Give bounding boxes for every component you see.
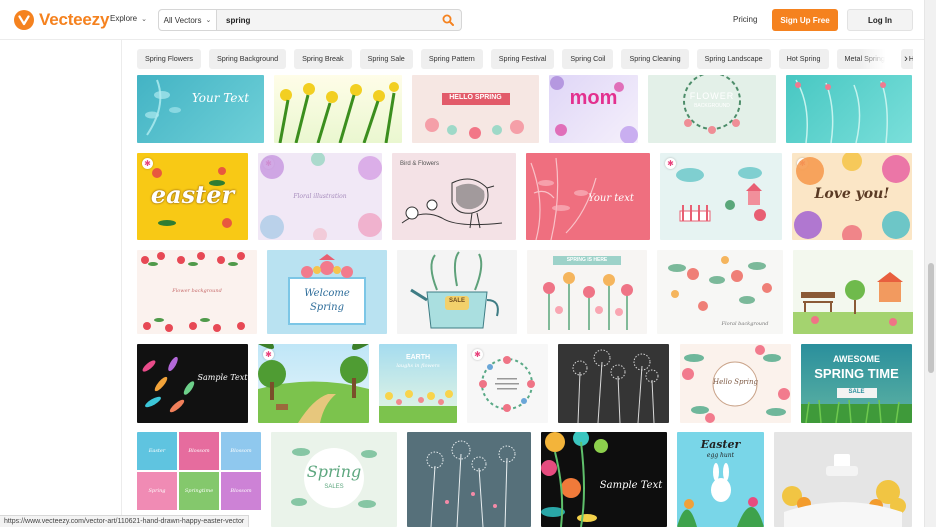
tag-spring-pattern[interactable]: Spring Pattern	[420, 49, 483, 69]
card-caption: AWESOME	[832, 354, 880, 364]
card-caption: Blossom	[230, 488, 252, 494]
top-navbar: Vecteezy Explore ⌄ All Vectors ⌄ Pricing…	[0, 0, 924, 40]
result-card[interactable]: ✱ Floral illustration	[258, 153, 382, 240]
result-card[interactable]: ✱	[467, 344, 548, 423]
scrollbar-thumb[interactable]	[928, 263, 934, 373]
result-card[interactable]	[407, 432, 531, 527]
card-caption: Hello Spring	[712, 378, 758, 386]
tag-spring-landscape[interactable]: Spring Landscape	[696, 49, 771, 69]
site-logo[interactable]: Vecteezy	[14, 9, 109, 31]
result-card[interactable]: Sample Text	[541, 432, 667, 527]
search-button[interactable]	[435, 10, 461, 30]
result-card[interactable]: Bird & Flowers	[392, 153, 516, 240]
result-card[interactable]: mom	[549, 75, 638, 143]
result-card[interactable]: Sample Text	[137, 344, 248, 423]
tag-spring-flowers[interactable]: Spring Flowers	[137, 49, 201, 69]
result-card[interactable]: SALE	[397, 250, 517, 334]
results-grid: Your Text HELLO SPRING mom FLOWER BACKGR…	[0, 75, 924, 527]
result-card[interactable]: FLOWER BACKGROUND	[648, 75, 776, 143]
site-logo-text: Vecteezy	[39, 10, 110, 29]
explore-menu[interactable]: Explore ⌄	[110, 14, 147, 23]
search-bar: All Vectors ⌄	[158, 9, 462, 31]
card-caption: Springtime	[184, 488, 214, 494]
card-caption: Flower background	[172, 288, 222, 294]
app-window: Vecteezy Explore ⌄ All Vectors ⌄ Pricing…	[0, 0, 936, 527]
search-input[interactable]	[217, 10, 435, 30]
card-caption: mom	[569, 87, 618, 109]
search-category-dropdown[interactable]: All Vectors ⌄	[159, 10, 217, 30]
log-in-button[interactable]: Log In	[847, 9, 913, 31]
result-card[interactable]: Hello Spring	[680, 344, 791, 423]
result-card[interactable]	[793, 250, 913, 334]
card-caption: FLOWER	[689, 91, 735, 101]
result-card[interactable]: Welcome Spring	[267, 250, 387, 334]
result-card[interactable]	[558, 344, 669, 423]
pricing-link[interactable]: Pricing	[733, 15, 757, 24]
result-card[interactable]: ✱	[258, 344, 369, 423]
tag-spring-break[interactable]: Spring Break	[294, 49, 352, 69]
card-caption: Love you!	[814, 186, 890, 202]
card-caption: SALE	[848, 389, 865, 395]
page-scrollbar[interactable]	[924, 0, 936, 527]
tag-hot-spring[interactable]: Hot Spring	[778, 49, 829, 69]
card-caption: Floral illustration	[293, 193, 347, 200]
chevron-down-icon: ⌄	[141, 15, 147, 23]
card-caption: Spring	[309, 302, 345, 313]
result-card[interactable]: SPRING IS HERE	[527, 250, 647, 334]
result-card[interactable]: Your Text	[137, 75, 264, 143]
card-caption: easter	[150, 180, 235, 209]
status-bar-url: https://www.vecteezy.com/vector-art/1106…	[0, 515, 250, 527]
result-card[interactable]: ✱ Love you!	[792, 153, 912, 240]
result-card[interactable]	[774, 432, 912, 527]
result-card[interactable]: AWESOME SPRING TIME SALE	[801, 344, 912, 423]
tag-spring-coil[interactable]: Spring Coil	[562, 49, 614, 69]
card-caption: Spring	[306, 462, 362, 481]
chevron-right-icon[interactable]: ›	[899, 49, 913, 69]
result-card[interactable]: EARTH laughs in flowers	[379, 344, 457, 423]
result-card[interactable]: Easter egg hunt	[677, 432, 764, 527]
card-caption: Floral background	[721, 321, 769, 327]
search-icon	[442, 14, 454, 26]
result-card[interactable]: Floral background	[657, 250, 783, 334]
result-card[interactable]: Your text	[526, 153, 650, 240]
card-caption: BACKGROUND	[694, 103, 730, 109]
related-tags-bar: Spring Flowers Spring Background Spring Br…	[137, 49, 913, 69]
card-caption: Easter	[148, 448, 166, 454]
card-caption: Blossom	[188, 448, 210, 454]
tag-spring-sale[interactable]: Spring Sale	[359, 49, 413, 69]
search-category-label: All Vectors	[163, 15, 202, 25]
card-caption: SPRING TIME	[814, 366, 899, 381]
card-caption: Your text	[588, 193, 634, 204]
result-card[interactable]: Spring SALES	[271, 432, 397, 527]
result-card[interactable]	[786, 75, 912, 143]
vecteezy-v-logo-icon	[14, 10, 34, 30]
card-caption: Sample Text	[599, 480, 663, 491]
tags-fade	[860, 49, 894, 69]
result-card[interactable]	[274, 75, 402, 143]
card-caption: Your Text	[191, 91, 250, 105]
card-caption: Spring	[148, 488, 166, 494]
result-card[interactable]: Flower background	[137, 250, 257, 334]
chevron-down-icon: ⌄	[205, 17, 212, 24]
sign-up-button[interactable]: Sign Up Free	[772, 9, 838, 31]
card-caption: SALE	[448, 298, 465, 304]
tag-spring-background[interactable]: Spring Background	[208, 49, 287, 69]
card-caption: Welcome	[304, 288, 350, 299]
result-card[interactable]: HELLO SPRING	[412, 75, 539, 143]
result-card[interactable]: ✱	[660, 153, 782, 240]
card-caption: SALES	[324, 484, 344, 490]
tag-spring-cleaning[interactable]: Spring Cleaning	[621, 49, 689, 69]
card-caption: Blossom	[230, 448, 252, 454]
card-caption: Sample Text	[197, 373, 248, 382]
tag-spring-festival[interactable]: Spring Festival	[490, 49, 555, 69]
result-card[interactable]: ✱ easter	[137, 153, 248, 240]
explore-label: Explore	[110, 14, 138, 23]
result-card[interactable]: Easter Blossom Blossom Spring Springtime…	[137, 432, 261, 527]
